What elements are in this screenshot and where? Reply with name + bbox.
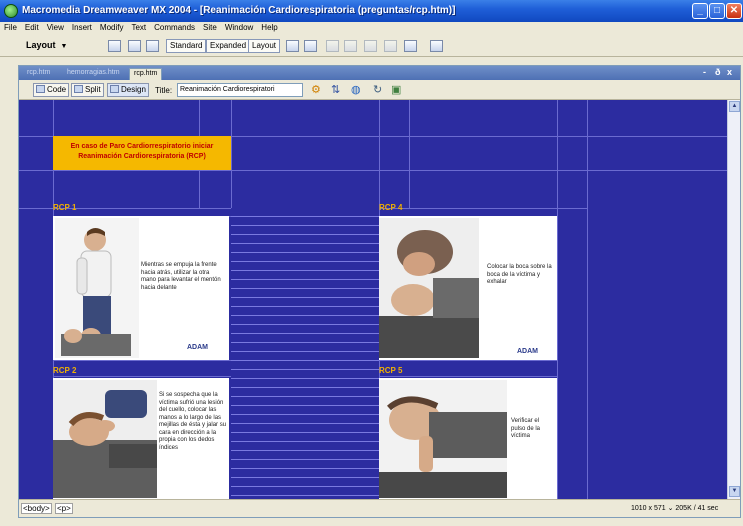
- menu-help[interactable]: Help: [257, 22, 281, 32]
- code-view-icon: [36, 85, 45, 93]
- scroll-down-icon[interactable]: ▼: [729, 486, 740, 497]
- title-bar[interactable]: Macromedia Dreamweaver MX 2004 - [Reanim…: [0, 0, 743, 22]
- layout-category-dropdown[interactable]: Layout ▼: [26, 40, 67, 50]
- rcp-notice-banner[interactable]: En caso de Paro Cardiorrespiratorio inic…: [53, 136, 231, 170]
- doc-tab-active[interactable]: rcp.htm: [129, 68, 163, 80]
- layout-grid-line: [587, 100, 588, 499]
- menu-modify[interactable]: Modify: [96, 22, 128, 32]
- layout-mode-button[interactable]: Layout: [248, 39, 281, 53]
- page-title-label: Title:: [155, 86, 173, 95]
- scroll-up-icon[interactable]: ▲: [729, 101, 740, 112]
- split-view-icon: [74, 85, 83, 93]
- insert-toolbar: Layout ▼ Standard Expanded Layout: [0, 35, 743, 57]
- preview-in-browser-icon[interactable]: ◍: [351, 84, 361, 96]
- no-browser-check-errors-icon[interactable]: ⚙: [311, 84, 321, 96]
- spacer-cell-stripes: [231, 208, 379, 499]
- design-canvas[interactable]: En caso de Paro Cardiorrespiratorio inic…: [19, 100, 740, 499]
- expanded-mode-button[interactable]: Expanded: [206, 39, 251, 53]
- view-options-icon[interactable]: ▣: [391, 84, 401, 96]
- menu-text[interactable]: Text: [127, 22, 150, 32]
- rcp5-illustration: [379, 380, 507, 498]
- window-size-download-info[interactable]: 1010 x 571 ⌄ 205K / 41 sec: [631, 504, 718, 512]
- dreamweaver-window: Macromedia Dreamweaver MX 2004 - [Reanim…: [0, 0, 743, 526]
- window-title: Macromedia Dreamweaver MX 2004 - [Reanim…: [22, 5, 456, 16]
- maximize-button[interactable]: □: [709, 3, 725, 19]
- rcp4-card[interactable]: Colocar la boca sobre la boca de la víct…: [379, 216, 557, 360]
- dropdown-caret-icon: ▼: [60, 43, 68, 50]
- document-tabs: rcp.htm hemorragias.htm rcp.htm - ð x: [19, 66, 740, 80]
- document-toolbar: Code Split Design Title: Reanimación Car…: [19, 80, 740, 100]
- rcp4-text: Colocar la boca sobre la boca de la víct…: [487, 264, 552, 285]
- rcp1-text: Mientras se empuja la frente hacia atrás…: [141, 262, 221, 291]
- design-view-button[interactable]: Design: [107, 83, 149, 97]
- menu-edit[interactable]: Edit: [21, 22, 43, 32]
- rcp2-text: Si se sospecha que la víctima sufrió una…: [159, 392, 227, 451]
- layout-grid-line: [557, 100, 558, 499]
- standard-mode-button[interactable]: Standard: [166, 39, 207, 53]
- table-icon[interactable]: [108, 40, 121, 52]
- insert-column-left-icon[interactable]: [384, 40, 397, 52]
- vertical-scrollbar[interactable]: ▲ ▼: [727, 100, 740, 499]
- frames-icon[interactable]: [404, 40, 417, 52]
- rcp4-adam-logo: ADAM: [517, 348, 538, 355]
- file-management-icon[interactable]: ⇅: [331, 84, 340, 96]
- code-view-label: Code: [47, 85, 67, 94]
- layout-category-label: Layout: [26, 40, 56, 50]
- tag-selector-body[interactable]: <body>: [21, 503, 52, 514]
- rcp5-label: RCP 5: [379, 366, 403, 375]
- rcp5-text: Verificar el pulso de la víctima: [511, 418, 541, 439]
- tag-selector-p[interactable]: <p>: [55, 503, 73, 514]
- menu-window[interactable]: Window: [221, 22, 257, 32]
- design-view-icon: [110, 85, 119, 93]
- rcp4-illustration: [379, 218, 479, 358]
- layout-grid-line: [19, 170, 727, 171]
- rcp2-card[interactable]: Si se sospecha que la víctima sufrió una…: [53, 378, 229, 499]
- draw-layout-cell-icon[interactable]: [304, 40, 317, 52]
- dreamweaver-app-icon: [4, 4, 18, 18]
- menu-view[interactable]: View: [43, 22, 68, 32]
- notice-line-2: Reanimación Cardiorespiratoria (RCP): [78, 153, 206, 160]
- rcp5-card[interactable]: Verificar el pulso de la víctima: [379, 378, 557, 499]
- insert-row-above-icon[interactable]: [364, 40, 377, 52]
- rcp2-illustration: [53, 380, 157, 498]
- page-title-field[interactable]: Reanimación Cardiorespiratori: [177, 83, 303, 97]
- document-window: rcp.htm hemorragias.htm rcp.htm - ð x Co…: [18, 65, 741, 518]
- menu-bar: File Edit View Insert Modify Text Commands Site…: [0, 22, 743, 35]
- frame-icon[interactable]: [146, 40, 159, 52]
- doc-minimize-button[interactable]: -: [703, 67, 706, 77]
- minimize-button[interactable]: _: [692, 3, 708, 19]
- menu-site[interactable]: Site: [199, 22, 221, 32]
- menu-insert[interactable]: Insert: [68, 22, 96, 32]
- doc-restore-button[interactable]: ð: [715, 67, 721, 77]
- split-view-button[interactable]: Split: [71, 83, 104, 97]
- doc-tab-1[interactable]: rcp.htm: [23, 68, 54, 80]
- split-view-label: Split: [85, 85, 101, 94]
- doc-close-button[interactable]: x: [727, 67, 732, 77]
- status-bar: <body> <p> 1010 x 571 ⌄ 205K / 41 sec: [19, 499, 740, 517]
- code-view-button[interactable]: Code: [33, 83, 70, 97]
- draw-layout-table-icon[interactable]: [286, 40, 299, 52]
- notice-line-1: En caso de Paro Cardiorrespiratorio inic…: [70, 143, 214, 150]
- rcp2-label: RCP 2: [53, 366, 77, 375]
- menu-file[interactable]: File: [0, 22, 21, 32]
- doc-tab-2[interactable]: hemorragias.htm: [63, 68, 124, 80]
- layer-icon[interactable]: [128, 40, 141, 52]
- design-view-label: Design: [121, 85, 146, 94]
- menu-commands[interactable]: Commands: [150, 22, 199, 32]
- refresh-design-view-icon[interactable]: ↻: [373, 84, 382, 96]
- insert-row-icon[interactable]: [326, 40, 339, 52]
- rcp4-label: RCP 4: [379, 203, 403, 212]
- rcp1-label: RCP 1: [53, 203, 77, 212]
- insert-column-icon[interactable]: [344, 40, 357, 52]
- rcp1-adam-logo: ADAM: [187, 344, 208, 351]
- close-button[interactable]: ✕: [726, 3, 742, 19]
- layout-grid-line: [409, 100, 410, 208]
- rcp1-card[interactable]: Mientras se empuja la frente hacia atrás…: [53, 216, 229, 360]
- rcp1-illustration: [55, 218, 139, 358]
- tabular-data-icon[interactable]: [430, 40, 443, 52]
